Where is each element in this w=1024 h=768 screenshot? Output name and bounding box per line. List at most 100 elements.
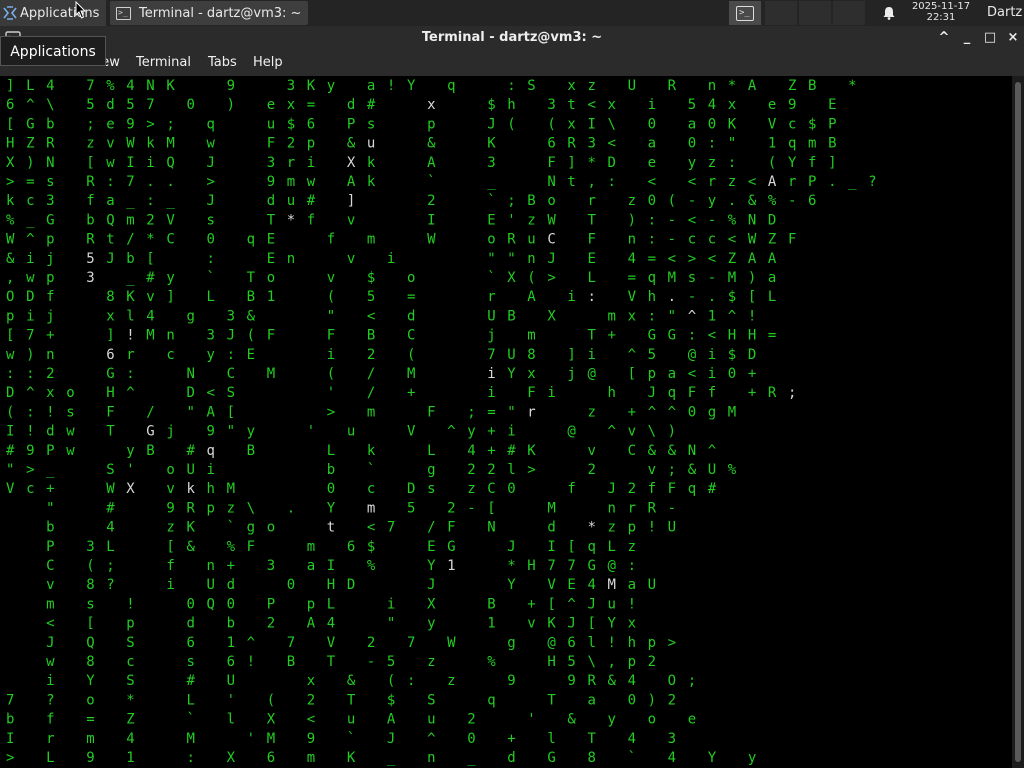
clock[interactable]: 2025-11-17 22:31 bbox=[906, 1, 976, 23]
matrix-glyph: z bbox=[427, 654, 435, 670]
matrix-glyph: N bbox=[146, 78, 154, 94]
matrix-glyph: b bbox=[86, 212, 94, 228]
matrix-glyph: : bbox=[6, 366, 14, 382]
matrix-glyph: v bbox=[106, 136, 114, 152]
matrix-glyph: p bbox=[207, 500, 215, 516]
matrix-glyph: B bbox=[146, 443, 154, 459]
matrix-glyph: E bbox=[247, 347, 255, 363]
workspace-1[interactable]: >_ bbox=[729, 1, 761, 25]
matrix-glyph: ! bbox=[247, 654, 255, 670]
matrix-glyph: a bbox=[768, 270, 776, 286]
matrix-glyph: ! bbox=[26, 424, 34, 440]
matrix-glyph: / bbox=[146, 404, 154, 420]
matrix-glyph: i bbox=[26, 308, 34, 324]
matrix-glyph: F bbox=[788, 232, 796, 248]
matrix-glyph: w bbox=[46, 654, 55, 670]
workspace-4[interactable] bbox=[833, 1, 865, 25]
matrix-glyph: 4 bbox=[668, 750, 676, 766]
matrix-glyph: s bbox=[367, 116, 375, 132]
user-menu[interactable]: Dartz bbox=[987, 0, 1022, 26]
matrix-glyph: < bbox=[708, 328, 716, 344]
matrix-glyph: - bbox=[708, 270, 716, 286]
terminal-icon: >_ bbox=[116, 6, 131, 20]
matrix-glyph: < bbox=[46, 616, 54, 632]
menu-help[interactable]: Help bbox=[253, 55, 283, 70]
shade-button[interactable]: ^ bbox=[936, 30, 952, 46]
workspace-2[interactable] bbox=[765, 1, 797, 25]
matrix-glyph: * bbox=[728, 78, 736, 94]
matrix-glyph: : bbox=[708, 136, 716, 152]
menu-tabs[interactable]: Tabs bbox=[208, 55, 237, 70]
matrix-glyph: & bbox=[247, 308, 256, 324]
applications-menu-button[interactable]: Applications bbox=[0, 0, 106, 26]
matrix-glyph: = bbox=[487, 404, 495, 420]
matrix-glyph: D bbox=[6, 385, 14, 401]
matrix-glyph: N bbox=[748, 212, 756, 228]
scrollbar-thumb[interactable] bbox=[1015, 82, 1021, 762]
matrix-glyph: 0 bbox=[728, 366, 736, 382]
matrix-glyph: = bbox=[26, 174, 34, 190]
matrix-glyph: y bbox=[608, 712, 616, 728]
matrix-glyph: M bbox=[547, 500, 555, 516]
matrix-glyph: W bbox=[106, 481, 115, 497]
terminal-output[interactable]: ] L 4 7% 4 N K 9 3 Ky a! Yq: Sx z U Rn * A Z B * 6 ^ \ 5 d 5 7 0) e x =… bbox=[0, 76, 1012, 768]
matrix-glyph: j bbox=[166, 424, 174, 440]
matrix-glyph: ] bbox=[106, 328, 114, 344]
matrix-glyph: 7 bbox=[6, 692, 14, 708]
matrix-glyph: > bbox=[547, 270, 555, 286]
terminal-scrollbar[interactable] bbox=[1012, 76, 1024, 768]
matrix-glyph: T bbox=[247, 270, 256, 286]
menu-terminal[interactable]: Terminal bbox=[136, 55, 191, 70]
matrix-glyph: B bbox=[527, 193, 535, 209]
matrix-glyph: Z bbox=[26, 136, 34, 152]
matrix-glyph: ` bbox=[427, 174, 435, 190]
matrix-glyph: ^ bbox=[26, 97, 34, 113]
matrix-glyph: ! bbox=[46, 404, 54, 420]
close-button[interactable]: × bbox=[1005, 30, 1021, 46]
matrix-glyph: U bbox=[668, 520, 676, 536]
matrix-glyph: J bbox=[427, 577, 435, 593]
matrix-glyph: p bbox=[427, 116, 435, 132]
minimize-button[interactable]: _ bbox=[959, 30, 975, 46]
matrix-glyph: ( bbox=[387, 673, 395, 689]
matrix-glyph: J bbox=[227, 328, 235, 344]
matrix-glyph: r bbox=[628, 500, 636, 516]
matrix-glyph: t bbox=[567, 174, 575, 190]
matrix-glyph: M bbox=[728, 404, 736, 420]
taskbar-terminal-button[interactable]: >_ Terminal - dartz@vm3: ~ bbox=[110, 1, 308, 25]
matrix-glyph: 1 bbox=[447, 558, 455, 574]
matrix-glyph: 3 bbox=[487, 155, 495, 171]
matrix-glyph: n bbox=[708, 78, 716, 94]
matrix-glyph: - bbox=[708, 212, 716, 228]
matrix-glyph: x bbox=[46, 385, 54, 401]
matrix-glyph: ' bbox=[527, 712, 535, 728]
maximize-button[interactable]: □ bbox=[982, 30, 998, 46]
matrix-glyph: t bbox=[106, 232, 114, 248]
matrix-glyph: 6 bbox=[307, 116, 315, 132]
matrix-glyph: 7 bbox=[86, 78, 94, 94]
matrix-glyph: : bbox=[26, 404, 34, 420]
matrix-glyph: C bbox=[628, 443, 636, 459]
matrix-glyph: E bbox=[567, 577, 575, 593]
matrix-glyph: k bbox=[367, 155, 376, 171]
matrix-glyph: ! bbox=[648, 520, 656, 536]
matrix-glyph: : bbox=[608, 174, 616, 190]
matrix-glyph: Z bbox=[788, 78, 796, 94]
window-titlebar[interactable]: Terminal - dartz@vm3: ~ ^ _ □ × bbox=[0, 26, 1024, 50]
matrix-glyph: % bbox=[106, 78, 115, 94]
matrix-glyph: j bbox=[46, 251, 54, 267]
matrix-glyph: % bbox=[6, 212, 15, 228]
matrix-glyph: o bbox=[547, 193, 555, 209]
matrix-glyph: L bbox=[327, 443, 335, 459]
matrix-glyph: p bbox=[628, 520, 636, 536]
matrix-glyph: * bbox=[588, 155, 596, 171]
workspace-3[interactable] bbox=[799, 1, 831, 25]
matrix-glyph: Y bbox=[507, 366, 516, 382]
matrix-glyph: m bbox=[808, 136, 816, 152]
matrix-glyph: 9 bbox=[86, 750, 94, 766]
matrix-glyph: l bbox=[227, 712, 235, 728]
matrix-glyph: z bbox=[527, 212, 535, 228]
matrix-glyph: ' bbox=[227, 692, 235, 708]
matrix-glyph: y bbox=[688, 155, 696, 171]
notification-bell-icon[interactable] bbox=[882, 6, 896, 20]
